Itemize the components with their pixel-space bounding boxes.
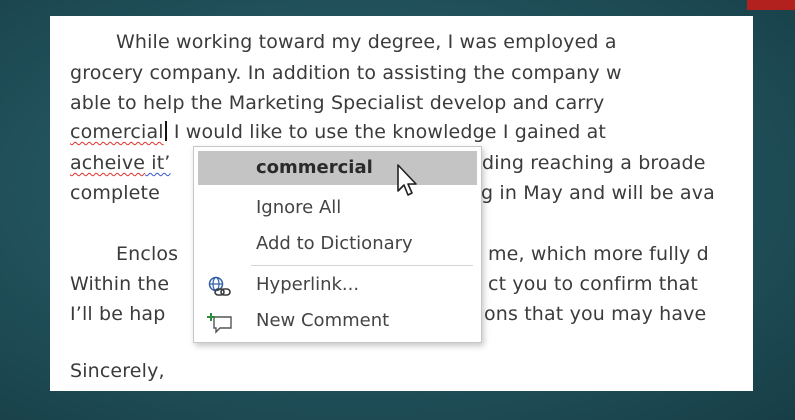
- menu-item-hyperlink[interactable]: Hyperlink...: [198, 268, 477, 302]
- suggestion-commercial[interactable]: commercial: [198, 151, 477, 185]
- text-line-4-rest: I would like to use the knowledge I gain…: [167, 121, 607, 143]
- text-line-8: Within the: [70, 273, 170, 295]
- text-line-5: acheive it’: [70, 151, 171, 175]
- text-line-2: grocery company. In addition to assistin…: [70, 62, 622, 84]
- hyperlink-icon: [206, 276, 234, 298]
- text-caret: [164, 121, 167, 141]
- text-line-9-tail: ons that you may have: [484, 303, 707, 325]
- misspelled-word-acheive[interactable]: acheive: [70, 152, 145, 174]
- misspelled-word[interactable]: comercial: [70, 121, 164, 143]
- spelling-context-menu: commercial Ignore All Add to Dictionary …: [193, 146, 482, 343]
- text-line-4: comercial I would like to use the knowle…: [70, 120, 606, 144]
- new-comment-icon: [206, 312, 234, 334]
- text-line-8-tail: ct you to confirm that: [488, 273, 698, 295]
- grammar-flagged-text[interactable]: it’: [145, 152, 170, 174]
- mouse-pointer-icon: [397, 164, 417, 196]
- text-line-5-tail: ding reaching a broade: [482, 152, 706, 174]
- text-line-6: complete: [70, 182, 160, 204]
- text-line-9: I’ll be hap: [70, 303, 166, 325]
- menu-item-ignore-all[interactable]: Ignore All: [198, 191, 477, 225]
- menu-item-add-to-dictionary[interactable]: Add to Dictionary: [198, 227, 477, 261]
- text-line-6-tail: g in May and will be ava: [481, 182, 715, 204]
- text-line-3: able to help the Marketing Specialist de…: [70, 92, 605, 114]
- text-line-7: Enclos: [116, 243, 179, 265]
- menu-item-new-comment[interactable]: New Comment: [198, 304, 477, 338]
- text-line-closing: Sincerely,: [70, 360, 165, 382]
- slide-corner-accent: [747, 0, 795, 10]
- text-line-7-tail: me, which more fully d: [488, 243, 709, 265]
- menu-separator: [251, 265, 473, 266]
- text-line-1: While working toward my degree, I was em…: [116, 31, 617, 53]
